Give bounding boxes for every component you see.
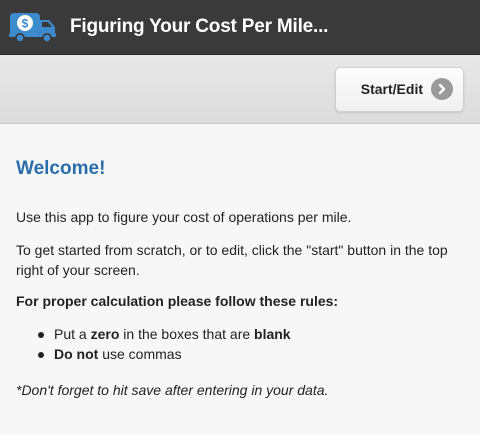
welcome-heading: Welcome! (16, 158, 106, 179)
app-title: Figuring Your Cost Per Mile... (70, 16, 329, 37)
intro-text: Use this app to figure your cost of oper… (16, 209, 352, 225)
rule-item: Put a zero in the boxes that are blank (38, 324, 464, 344)
save-note: *Don't forget to hit save after entering… (16, 382, 329, 398)
rules-list: Put a zero in the boxes that are blank D… (38, 324, 464, 364)
main-content: Welcome! Use this app to figure your cos… (0, 124, 480, 400)
chevron-right-icon (431, 78, 453, 100)
app-header: $ Figuring Your Cost Per Mile... (0, 0, 480, 55)
rule-item: Do not use commas (38, 344, 464, 364)
instructions-text: To get started from scratch, or to edit,… (16, 242, 448, 278)
rules-title: For proper calculation please follow the… (16, 293, 339, 309)
money-truck-icon: $ (8, 9, 58, 45)
toolbar: Start/Edit (0, 55, 480, 124)
start-edit-label: Start/Edit (360, 81, 423, 97)
start-edit-button[interactable]: Start/Edit (335, 66, 464, 112)
svg-text:$: $ (22, 17, 29, 31)
